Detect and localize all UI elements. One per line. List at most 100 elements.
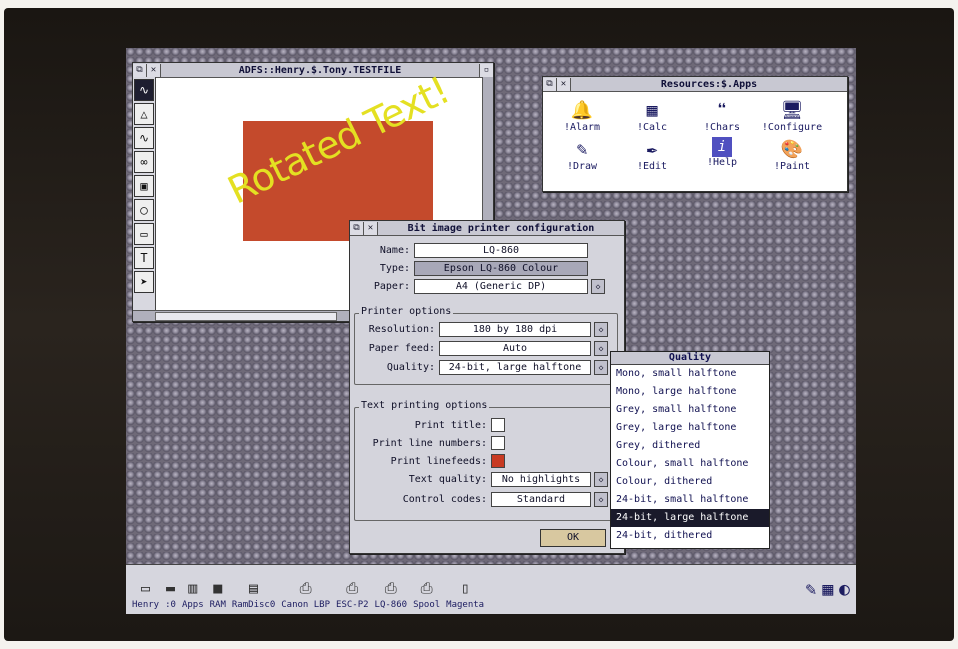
iconbar-item-lq-860[interactable]: ⎙ LQ-860 (375, 576, 408, 610)
app-alarm[interactable]: 🔔 !Alarm (547, 98, 617, 134)
app-edit[interactable]: ✒ !Edit (617, 137, 687, 173)
menu-item[interactable]: Grey, small halftone (611, 401, 769, 419)
paper-field: A4 (Generic DP) (414, 279, 588, 294)
iconbar-label: Spool (413, 600, 441, 610)
text-tool-icon[interactable]: T (134, 247, 154, 269)
iconbar-item-henry[interactable]: ▭ Henry (132, 576, 159, 610)
close-icon[interactable]: ✕ (147, 63, 161, 77)
resolution-field: 180 by 180 dpi (439, 322, 591, 337)
text-quality-menu-icon[interactable]: ◇ (594, 472, 608, 487)
ok-button[interactable]: OK (540, 529, 606, 547)
rounded-rect-tool-icon[interactable]: ▭ (134, 223, 154, 245)
app-chars[interactable]: ❝ !Chars (687, 98, 757, 134)
dialog-title: Bit image printer configuration (407, 222, 595, 234)
resolution-menu-icon[interactable]: ◇ (594, 322, 608, 337)
back-icon[interactable]: ⧉ (133, 63, 147, 77)
freehand-tool-icon[interactable]: ∿ (134, 79, 154, 101)
menu-item[interactable]: Colour, small halftone (611, 455, 769, 473)
calculator-icon: ▦ (646, 99, 658, 121)
control-codes-menu-icon[interactable]: ◇ (594, 492, 608, 507)
iconbar-item-magenta[interactable]: ▯ Magenta (446, 576, 484, 610)
app-help[interactable]: i !Help (687, 137, 757, 172)
paint-icon: 🎨 (780, 138, 804, 160)
menu-item[interactable]: Mono, large halftone (611, 383, 769, 401)
print-linefeeds-checkbox[interactable] (491, 454, 505, 468)
closed-curve-tool-icon[interactable]: ∞ (134, 151, 154, 173)
close-icon[interactable]: ✕ (364, 221, 378, 235)
menu-item-selected[interactable]: 24-bit, large halftone (611, 509, 769, 527)
paper-label: Paper: (373, 281, 410, 292)
app-draw[interactable]: ✎ !Draw (547, 137, 617, 173)
text-quality-label: Text quality: (408, 474, 487, 485)
app-label: !Paint (773, 161, 811, 172)
menu-item[interactable]: 24-bit, dithered (611, 527, 769, 545)
scrollbar-thumb[interactable] (155, 312, 337, 321)
rectangle-tool-icon[interactable]: ▣ (134, 175, 154, 197)
iconbar-label: RamDisc0 (231, 600, 276, 610)
curve-tool-icon[interactable]: ∿ (134, 127, 154, 149)
quality-field: 24-bit, large halftone (439, 360, 591, 375)
paper-feed-menu-icon[interactable]: ◇ (594, 341, 608, 356)
resources-window[interactable]: ⧉ ✕ Resources:$.Apps 🔔 !Alarm ▦ !Calc ❝ !Ch… (542, 76, 848, 192)
iconbar-item-spool[interactable]: ⎙ Spool (413, 576, 440, 610)
app-label: !Draw (566, 161, 598, 172)
app-label: !Calc (636, 122, 668, 133)
quality-menu[interactable]: Quality Mono, small halftone Mono, large… (610, 351, 770, 549)
iconbar-label: Henry (132, 600, 160, 610)
print-line-numbers-label: Print line numbers: (372, 437, 487, 449)
iconbar-item-apps[interactable]: ▥ Apps (182, 576, 204, 610)
app-label: !Edit (636, 161, 668, 172)
dialog-titlebar[interactable]: ⧉ ✕ Bit image printer configuration (350, 221, 624, 236)
iconbar-item-floppy[interactable]: ▬ :0 (165, 576, 176, 610)
iconbar-item-ramdisc[interactable]: ▤ RamDisc0 (232, 576, 275, 610)
app-calc[interactable]: ▦ !Calc (617, 98, 687, 134)
app-label: !Alarm (563, 122, 601, 133)
print-title-label: Print title: (414, 419, 487, 431)
iconbar-label: :0 (165, 600, 176, 610)
menu-item[interactable]: Mono, small halftone (611, 365, 769, 383)
iconbar-item-ram[interactable]: ■ RAM (210, 576, 226, 610)
draw-toolbox: ∿ △ ∿ ∞ ▣ ◯ ▭ T ➤ (133, 77, 156, 321)
configure-icon: 🖥 (780, 99, 804, 121)
iconbar-item-esc-p2[interactable]: ⎙ ESC-P2 (336, 576, 369, 610)
printer-icon: ⎙ (346, 579, 359, 597)
print-line-numbers-checkbox[interactable] (491, 436, 505, 450)
control-codes-field: Standard (491, 492, 591, 507)
paper-menu-icon[interactable]: ◇ (591, 279, 605, 294)
menu-item[interactable]: Colour, dithered (611, 473, 769, 491)
draw-icon: ✎ (576, 138, 588, 160)
iconbar-label: Canon LBP (281, 600, 331, 610)
close-icon[interactable]: ✕ (557, 77, 571, 91)
toggle-size-icon[interactable]: ▫ (479, 63, 493, 77)
ellipse-tool-icon[interactable]: ◯ (134, 199, 154, 221)
draw-icon[interactable]: ✎ (805, 579, 816, 600)
print-title-checkbox[interactable] (491, 418, 505, 432)
printer-options-title: Printer options (359, 306, 454, 317)
paper-feed-field: Auto (439, 341, 591, 356)
app-label: !Help (706, 157, 738, 168)
app-configure[interactable]: 🖥 !Configure (757, 98, 827, 134)
apps-icon: ▥ (188, 579, 198, 597)
quality-menu-icon[interactable]: ◇ (594, 360, 608, 375)
select-tool-icon[interactable]: ➤ (134, 271, 154, 293)
polygon-tool-icon[interactable]: △ (134, 103, 154, 125)
magenta-printer-icon: ▯ (460, 579, 470, 597)
riscos-desktop[interactable]: ⧉ ✕ ADFS::Henry.$.Tony.TESTFILE ▫ ∿ △ ∿ … (126, 48, 856, 614)
back-icon[interactable]: ⧉ (350, 221, 364, 235)
resources-window-titlebar[interactable]: ⧉ ✕ Resources:$.Apps (543, 77, 847, 92)
menu-item[interactable]: Grey, dithered (611, 437, 769, 455)
floppy-drive-icon: ▬ (166, 579, 176, 597)
printer-options-group: Printer options Resolution: 180 by 180 d… (354, 306, 618, 385)
acorn-icon[interactable]: ◐ (839, 579, 850, 600)
app-paint[interactable]: 🎨 !Paint (757, 137, 827, 173)
menu-item[interactable]: 24-bit, small halftone (611, 491, 769, 509)
printer-config-dialog[interactable]: ⧉ ✕ Bit image printer configuration Name… (349, 220, 625, 554)
menu-item[interactable]: Grey, large halftone (611, 419, 769, 437)
palette-icon[interactable]: ▦ (822, 579, 833, 600)
name-field[interactable]: LQ-860 (414, 243, 588, 258)
resources-window-title: Resources:$.Apps (660, 78, 758, 90)
resolution-label: Resolution: (368, 324, 435, 335)
iconbar-label: LQ-860 (374, 600, 408, 610)
iconbar-item-canon-lbp[interactable]: ⎙ Canon LBP (281, 576, 330, 610)
back-icon[interactable]: ⧉ (543, 77, 557, 91)
